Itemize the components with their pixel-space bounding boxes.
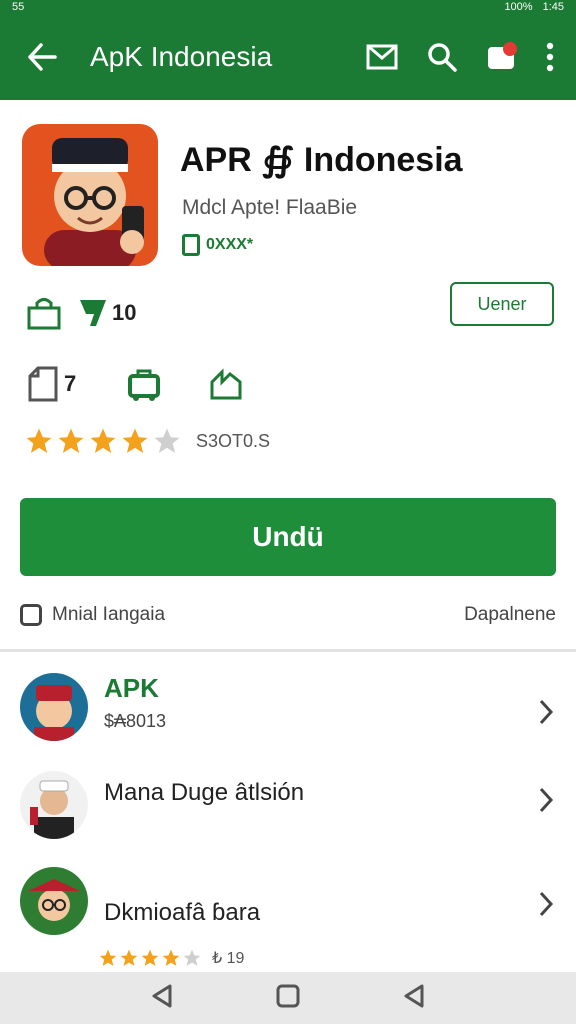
install-button[interactable]: Undü [20, 498, 556, 576]
stars-container [24, 426, 182, 456]
nav-home-button[interactable] [275, 983, 301, 1014]
clock: 1:45 [542, 1, 564, 13]
avatar-illustration [20, 867, 88, 935]
battery-text: 100% [504, 1, 533, 13]
nav-back-button[interactable] [150, 983, 174, 1014]
small-stars-container [98, 948, 202, 968]
stats-row: 10 [26, 296, 136, 330]
more-vert-icon [546, 42, 554, 72]
list-item-title: Mana Duge âtlsión [104, 779, 305, 806]
avatar-illustration [20, 771, 88, 839]
notification-button[interactable] [486, 41, 518, 73]
search-icon [428, 43, 457, 72]
app-detail-card: APR ∯ Indonesia Mdcl Apte! FlaaBie 0XXX*… [0, 100, 576, 652]
star-filled-icon [58, 428, 84, 453]
item-rating-text: ₺ 19 [212, 950, 245, 967]
star-filled-icon [120, 949, 138, 966]
system-nav-bar [0, 972, 576, 1024]
card-footer: Mnial Iangaia Dapalnene [20, 604, 556, 626]
rating-stars: S3ΟΤ0.S [24, 426, 270, 456]
avatar [20, 771, 88, 839]
search-button[interactable] [426, 41, 458, 73]
app-subtitle: Mdcl Apte! FlaaBie [182, 196, 358, 219]
app-badge: 0XXX* [182, 234, 253, 256]
star-filled-icon [162, 949, 180, 966]
chevron-right-icon [539, 891, 554, 917]
list-item-title: Dkmioafâ ɓara [104, 899, 261, 926]
file-icon [28, 366, 58, 402]
list-item[interactable]: APK $₳8013 [0, 655, 576, 755]
star-empty-icon [183, 949, 201, 966]
star-filled-icon [99, 949, 117, 966]
mail-icon [366, 44, 398, 70]
rating-text: S3ΟΤ0.S [196, 430, 271, 451]
footer-left-text[interactable]: Mnial Iangaia [52, 604, 165, 626]
more-button[interactable] [546, 42, 554, 72]
star-filled-icon [122, 428, 148, 453]
update-button[interactable]: Uener [450, 282, 554, 326]
info-row: 7 [26, 366, 244, 402]
footer-right-text[interactable]: Dapalnene [464, 604, 556, 626]
app-bar-title: ApK Indonesia [90, 41, 273, 72]
star-filled-icon [90, 428, 116, 453]
star-filled-icon [141, 949, 159, 966]
status-bar: 55 100% 1:45 [0, 0, 576, 14]
triangle-back-icon [152, 984, 172, 1007]
file-count: 7 [64, 371, 77, 396]
notification-icon [488, 42, 517, 69]
list-item[interactable]: Mana Duge âtlsión [0, 755, 576, 855]
share-box-icon [210, 368, 242, 400]
mail-button[interactable] [366, 43, 398, 71]
back-button[interactable] [12, 27, 72, 87]
star-filled-icon [26, 428, 52, 453]
app-bar: ApK Indonesia [0, 14, 576, 100]
avatar [20, 867, 88, 935]
avatar-illustration [20, 673, 88, 741]
app-title: APR ∯ Indonesia [180, 141, 463, 179]
verified-shield-icon [80, 300, 106, 326]
square-home-icon [276, 984, 300, 1007]
language-icon [20, 604, 42, 626]
app-avatar-illustration [22, 124, 158, 266]
status-left-text: 55 [12, 1, 25, 13]
triangle-recents-icon [404, 984, 424, 1007]
arrow-left-icon [28, 43, 57, 71]
nav-recents-button[interactable] [402, 983, 426, 1014]
star-empty-icon [154, 428, 180, 453]
chevron-right-icon [539, 787, 554, 813]
item-rating: ₺ 19 [98, 948, 244, 968]
app-icon [22, 124, 158, 266]
avatar [20, 673, 88, 741]
shopping-bag-icon [27, 298, 61, 330]
list-item-title: APK [104, 673, 159, 703]
bag-icon [128, 369, 161, 401]
list-item-sub: $₳8013 [104, 711, 167, 731]
stats-count: 10 [112, 300, 137, 325]
list-item[interactable]: Dkmioafâ ɓara [0, 865, 576, 965]
badge-text: 0XXX* [206, 236, 254, 253]
badge-icon [182, 234, 200, 256]
chevron-right-icon [539, 699, 554, 725]
